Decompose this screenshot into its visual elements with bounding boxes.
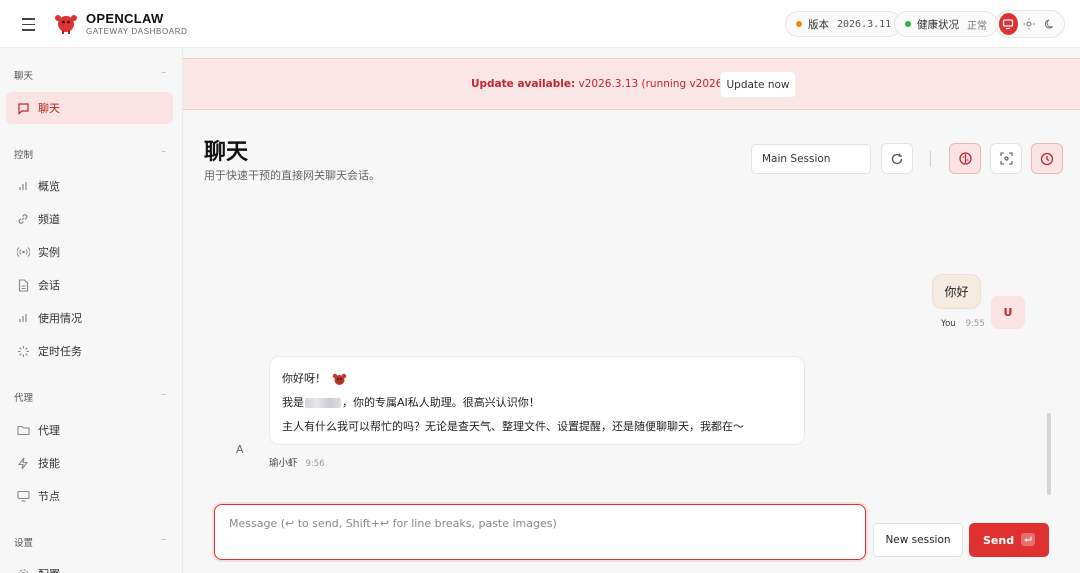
lobster-logo-icon (55, 15, 77, 34)
refresh-icon (891, 153, 903, 164)
assistant-message-bubble: 你好呀！ 我是 ，你的专属AI私人助理。很高兴认识你！ 主人有什么我可以帮忙的吗？… (269, 356, 805, 445)
menu-icon[interactable] (18, 14, 40, 34)
focus-mode-button[interactable] (990, 143, 1022, 174)
user-message-meta: You 9:55 (941, 319, 985, 329)
monitor-icon (16, 489, 30, 503)
refresh-button[interactable] (881, 143, 913, 174)
sidebar-item-label: 配置 (38, 566, 60, 573)
health-value: 正常 (967, 20, 987, 32)
brand-title: OPENCLAW (86, 11, 164, 26)
assistant-message-line: 我是 ，你的专属AI私人助理。很高兴认识你！ (282, 396, 540, 409)
sidebar-item-label: 使用情况 (38, 312, 82, 325)
sidebar-item-label: 技能 (38, 457, 60, 470)
gear-icon (16, 567, 30, 573)
update-now-button[interactable]: Update now (720, 71, 796, 98)
status-dot-icon (796, 21, 802, 27)
page-subtitle: 用于快速干预的直接网关聊天会话。 (204, 169, 380, 182)
folder-icon (16, 423, 30, 437)
enter-key-icon (1021, 533, 1035, 546)
sidebar-item-skills[interactable]: 技能 (6, 447, 173, 479)
sun-icon (1023, 18, 1035, 30)
sidebar-item-channels[interactable]: 频道 (6, 203, 173, 235)
send-button[interactable]: Send (969, 523, 1049, 557)
health-label: 健康状况 (917, 18, 959, 31)
health-pill: 健康状况 正常 (894, 11, 998, 37)
sidebar-item-label: 实例 (38, 246, 60, 259)
sidebar-item-label: 会话 (38, 279, 60, 292)
session-select[interactable]: Main Session (751, 144, 871, 174)
send-label: Send (983, 533, 1015, 547)
user-message-bubble: 你好 (932, 274, 981, 309)
sidebar-item-usage[interactable]: 使用情况 (6, 302, 173, 334)
sidebar-item-label: 节点 (38, 490, 60, 503)
version-label: 版本 (808, 18, 829, 31)
sidebar-item-agents[interactable]: 代理 (6, 414, 173, 446)
sidebar-item-label: 定时任务 (38, 345, 82, 358)
loader-icon (16, 344, 30, 358)
sidebar-section-control[interactable]: 控制 – (14, 146, 166, 161)
user-avatar: U (991, 296, 1025, 329)
sidebar-section-settings[interactable]: 设置 – (14, 534, 166, 549)
assistant-message-line: 主人有什么我可以帮忙的吗？无论是查天气、整理文件、设置提醒，还是随便聊聊天，我都… (282, 420, 744, 433)
update-banner: Update available: v2026.3.13 (running v2… (183, 58, 1080, 110)
version-value: 2026.3.11 (837, 18, 892, 30)
link-icon (16, 212, 30, 226)
sidebar-item-instances[interactable]: 实例 (6, 236, 173, 268)
toolbar-divider (930, 151, 931, 167)
sidebar-section-agents[interactable]: 代理 – (14, 389, 166, 404)
page-title: 聊天 (204, 140, 249, 165)
theme-system-button[interactable] (999, 13, 1018, 35)
lobster-emoji-icon (332, 373, 347, 385)
update-banner-text: Update available: v2026.3.13 (running v2… (471, 78, 757, 90)
theme-light-button[interactable] (1020, 13, 1039, 35)
assistant-message-line: 你好呀！ (282, 367, 792, 391)
top-bar: OPENCLAW GATEWAY DASHBOARD 版本 2026.3.11 … (0, 0, 1080, 48)
sidebar-item-nodes[interactable]: 节点 (6, 480, 173, 512)
radio-icon (16, 245, 30, 259)
version-pill: 版本 2026.3.11 (785, 11, 903, 37)
file-text-icon (16, 278, 30, 292)
theme-toggle (995, 10, 1065, 38)
sidebar-section-chat[interactable]: 聊天 – (14, 67, 166, 82)
sidebar-item-label: 频道 (38, 213, 60, 226)
new-session-button[interactable]: New session (873, 523, 963, 557)
status-dot-icon (905, 21, 911, 27)
assistant-avatar: A (236, 443, 244, 456)
message-input[interactable] (215, 505, 865, 559)
message-composer (214, 504, 866, 560)
sidebar-item-overview[interactable]: 概览 (6, 170, 173, 202)
message-square-icon (16, 101, 30, 115)
sidebar-item-label: 代理 (38, 424, 60, 437)
sidebar: 聊天 – 聊天 控制 – 概览 频道 实例 会话 使用情况 定时任务 代理 – 代理 … (0, 48, 183, 573)
bar-chart-icon (16, 179, 30, 193)
assistant-message-meta: 瑜小虾 9:56 (269, 458, 325, 469)
sidebar-item-cron[interactable]: 定时任务 (6, 335, 173, 367)
sidebar-item-label: 概览 (38, 180, 60, 193)
moon-icon (1044, 19, 1053, 29)
thinking-toggle-button[interactable] (949, 143, 981, 174)
redacted-name (305, 398, 341, 408)
bar-chart-icon (16, 311, 30, 325)
scan-focus-icon (999, 152, 1013, 165)
theme-dark-button[interactable] (1040, 13, 1059, 35)
monitor-icon (1003, 19, 1014, 30)
brain-icon (958, 152, 972, 165)
history-button[interactable] (1031, 143, 1063, 174)
sidebar-item-sessions[interactable]: 会话 (6, 269, 173, 301)
sidebar-item-chat[interactable]: 聊天 (6, 92, 173, 124)
sidebar-item-config[interactable]: 配置 (6, 558, 173, 573)
clock-icon (1040, 152, 1054, 165)
zap-icon (16, 456, 30, 470)
brand-subtitle: GATEWAY DASHBOARD (86, 27, 188, 36)
sidebar-item-label: 聊天 (38, 102, 60, 115)
chat-scrollbar[interactable] (1047, 413, 1051, 495)
